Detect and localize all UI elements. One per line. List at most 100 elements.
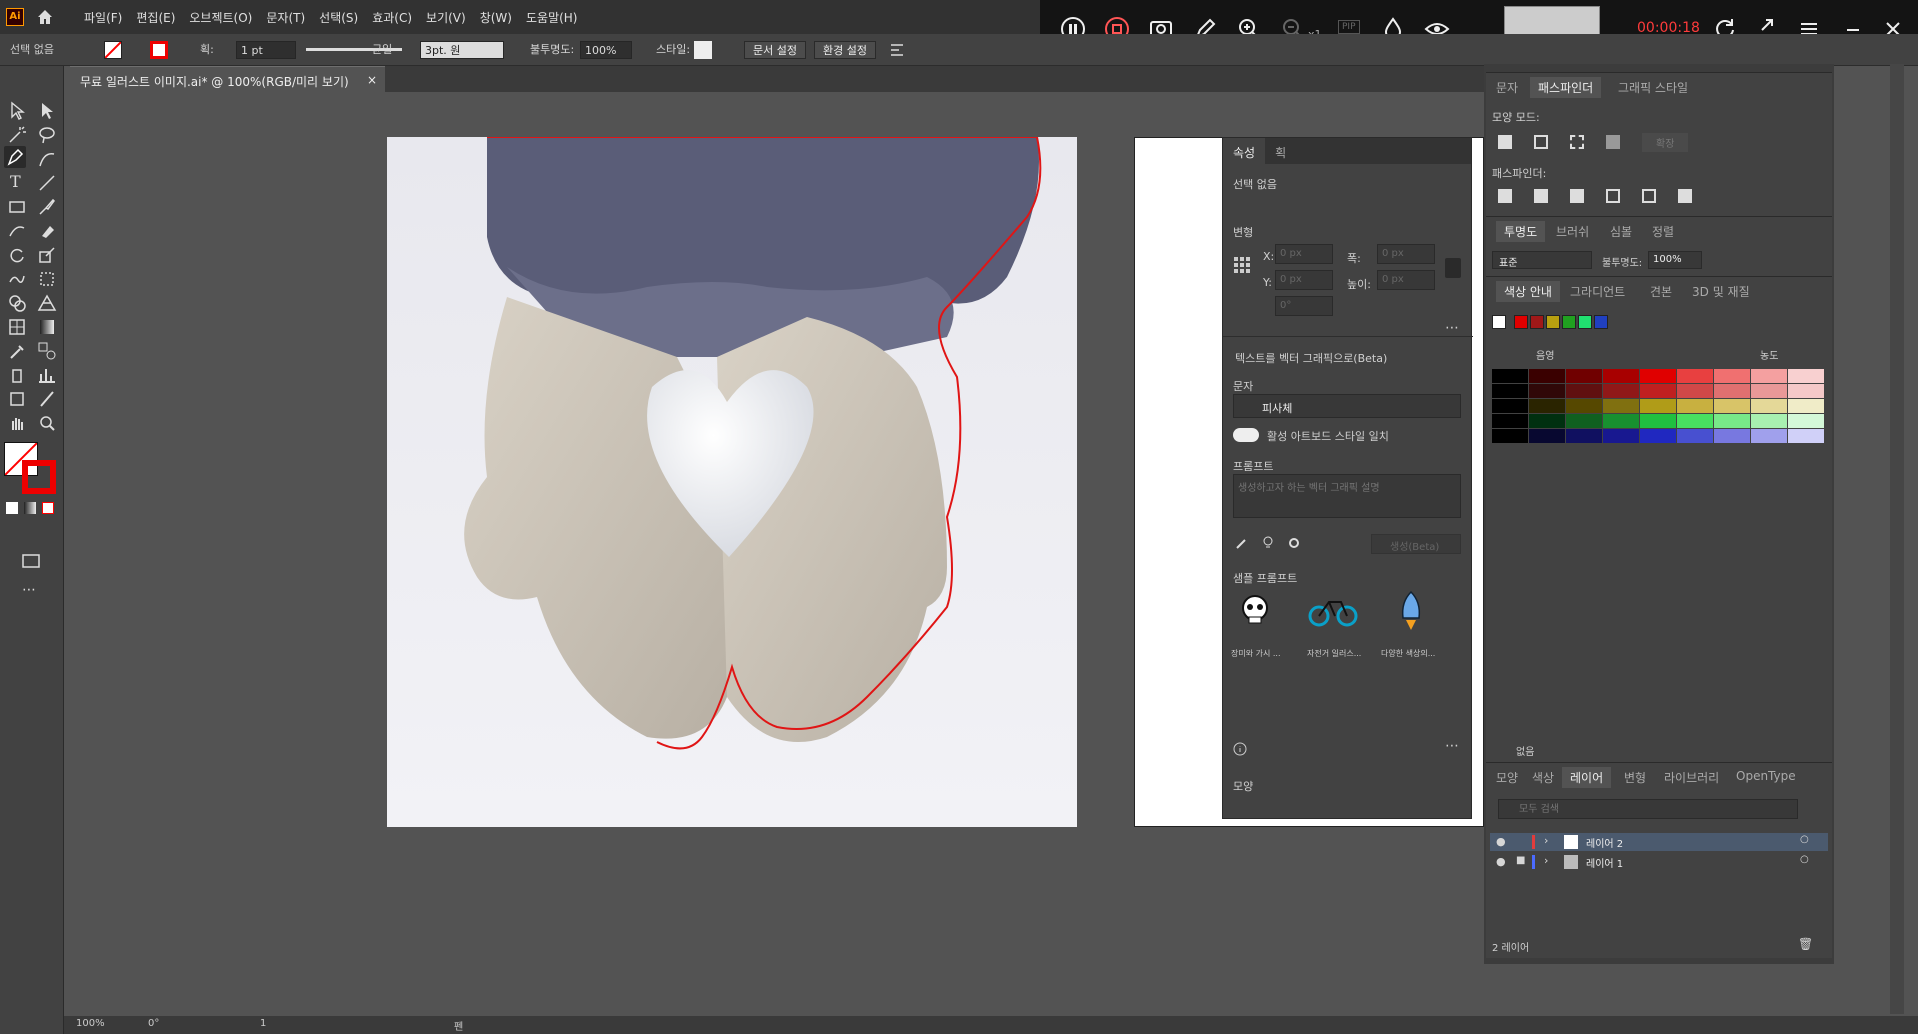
constrain-proportions-icon[interactable] <box>1445 258 1461 278</box>
visibility-eye-icon[interactable]: ● <box>1496 835 1506 848</box>
color-grid-swatch[interactable] <box>1751 429 1787 443</box>
more-options-icon[interactable]: ⋯ <box>1445 320 1459 336</box>
line-tool-icon[interactable] <box>36 172 58 194</box>
tab-layers[interactable]: 레이어 <box>1562 767 1612 788</box>
color-grid-swatch[interactable] <box>1714 369 1750 383</box>
exclude-icon[interactable] <box>1606 135 1620 149</box>
home-icon[interactable] <box>36 8 54 26</box>
color-grid-swatch[interactable] <box>1529 429 1565 443</box>
menu-edit[interactable]: 편집(E) <box>136 9 175 26</box>
layer-name[interactable]: 레이어 2 <box>1586 835 1623 850</box>
tab-opentype[interactable]: OpenType <box>1736 769 1796 783</box>
menu-type[interactable]: 문자(T) <box>266 9 305 26</box>
fill-swatch[interactable] <box>104 41 122 59</box>
zoom-tool-icon[interactable] <box>36 412 58 434</box>
minus-front-icon[interactable] <box>1534 135 1548 149</box>
stroke-swatch[interactable] <box>150 41 168 59</box>
tab-graphic-styles[interactable]: 그래픽 스타일 <box>1618 79 1688 96</box>
color-grid-swatch[interactable] <box>1751 369 1787 383</box>
curvature-tool-icon[interactable] <box>36 148 58 170</box>
color-grid-swatch[interactable] <box>1492 429 1528 443</box>
visibility-eye-icon[interactable]: ● <box>1496 855 1506 868</box>
expand-button[interactable]: 확장 <box>1642 133 1689 152</box>
color-mode-button[interactable] <box>6 502 18 514</box>
layers-search-input[interactable] <box>1498 799 1798 819</box>
harmony-swatch[interactable] <box>1594 315 1608 329</box>
color-grid-swatch[interactable] <box>1492 369 1528 383</box>
symbol-sprayer-icon[interactable] <box>6 364 28 386</box>
settings-gear-icon[interactable] <box>1285 534 1303 552</box>
prompt-input[interactable] <box>1233 474 1461 518</box>
artboard-tool-icon[interactable] <box>6 388 28 410</box>
tab-transform[interactable]: 변형 <box>1624 769 1646 786</box>
perspective-grid-icon[interactable] <box>36 292 58 314</box>
tab-symbols[interactable]: 심볼 <box>1610 223 1632 240</box>
tab-brushes[interactable]: 브러쉬 <box>1556 223 1589 240</box>
color-grid-swatch[interactable] <box>1529 369 1565 383</box>
eraser-icon[interactable] <box>36 220 58 242</box>
tab-character[interactable]: 문자 <box>1496 79 1518 96</box>
sample-rocket[interactable] <box>1391 588 1431 632</box>
color-grid-swatch[interactable] <box>1788 399 1824 413</box>
color-grid-swatch[interactable] <box>1677 399 1713 413</box>
preferences-button[interactable]: 환경 설정 <box>814 41 876 59</box>
zoom-select[interactable]: 100% <box>76 1018 105 1029</box>
sample-bicycle[interactable] <box>1307 594 1359 628</box>
close-tab-icon[interactable]: × <box>367 73 377 87</box>
type-tool-icon[interactable]: T <box>10 172 32 194</box>
mesh-tool-icon[interactable] <box>6 316 28 338</box>
harmony-swatch[interactable] <box>1562 315 1576 329</box>
scale-tool-icon[interactable] <box>36 244 58 266</box>
line-style-label[interactable]: 균일 <box>372 41 392 59</box>
trim-icon[interactable] <box>1534 189 1548 203</box>
warp-tool-icon[interactable] <box>6 268 28 290</box>
pip-button[interactable]: PIP <box>1338 20 1360 34</box>
color-grid-swatch[interactable] <box>1788 429 1824 443</box>
pen-tool-active[interactable] <box>4 146 26 168</box>
sample-skull[interactable] <box>1235 590 1275 630</box>
crop-icon[interactable] <box>1606 189 1620 203</box>
vertical-scrollbar[interactable] <box>1890 64 1904 1014</box>
y-field[interactable]: 0 px <box>1275 270 1333 290</box>
menu-file[interactable]: 파일(F) <box>84 9 122 26</box>
color-variation-grid[interactable] <box>1492 369 1826 447</box>
color-grid-swatch[interactable] <box>1640 429 1676 443</box>
gradient-tool-icon[interactable] <box>36 316 58 338</box>
free-transform-icon[interactable] <box>36 268 58 290</box>
tab-appearance[interactable]: 모양 <box>1496 769 1518 786</box>
rotation-select[interactable]: 0° <box>148 1018 159 1029</box>
blend-mode-select[interactable]: 표준 <box>1492 251 1592 269</box>
tab-stroke[interactable]: 획 <box>1265 138 1296 164</box>
layer-row-selected[interactable]: ● › 레이어 2 ○ <box>1490 833 1828 851</box>
shape-builder-icon[interactable] <box>6 292 28 314</box>
selection-tool-icon[interactable] <box>6 100 28 122</box>
color-grid-swatch[interactable] <box>1751 414 1787 428</box>
tab-libraries[interactable]: 라이브러리 <box>1664 769 1719 786</box>
tab-transparency[interactable]: 투명도 <box>1496 221 1546 242</box>
color-grid-swatch[interactable] <box>1788 369 1824 383</box>
magic-wand-icon[interactable] <box>6 124 28 146</box>
height-field[interactable]: 0 px <box>1377 270 1435 290</box>
color-grid-swatch[interactable] <box>1677 369 1713 383</box>
color-grid-swatch[interactable] <box>1566 429 1602 443</box>
opacity-input[interactable]: 100% <box>1648 251 1702 269</box>
document-tab[interactable]: 무료 일러스트 이미지.ai* @ 100%(RGB/미리 보기) × <box>70 66 385 92</box>
artboard-image[interactable] <box>387 137 1077 827</box>
color-grid-swatch[interactable] <box>1640 399 1676 413</box>
color-grid-swatch[interactable] <box>1714 399 1750 413</box>
blend-tool-icon[interactable] <box>36 340 58 362</box>
outline-icon[interactable] <box>1642 189 1656 203</box>
tab-3d-materials[interactable]: 3D 및 재질 <box>1692 283 1750 300</box>
color-grid-swatch[interactable] <box>1603 384 1639 398</box>
menu-object[interactable]: 오브젝트(O) <box>189 9 252 26</box>
color-grid-swatch[interactable] <box>1788 384 1824 398</box>
menu-help[interactable]: 도움말(H) <box>526 9 578 26</box>
color-grid-swatch[interactable] <box>1492 384 1528 398</box>
harmony-swatch[interactable] <box>1546 315 1560 329</box>
color-grid-swatch[interactable] <box>1566 369 1602 383</box>
color-grid-swatch[interactable] <box>1677 384 1713 398</box>
hand-tool-icon[interactable] <box>6 412 28 434</box>
gradient-mode-button[interactable] <box>24 502 36 514</box>
color-grid-swatch[interactable] <box>1603 429 1639 443</box>
style-picker-icon[interactable] <box>1233 534 1251 552</box>
